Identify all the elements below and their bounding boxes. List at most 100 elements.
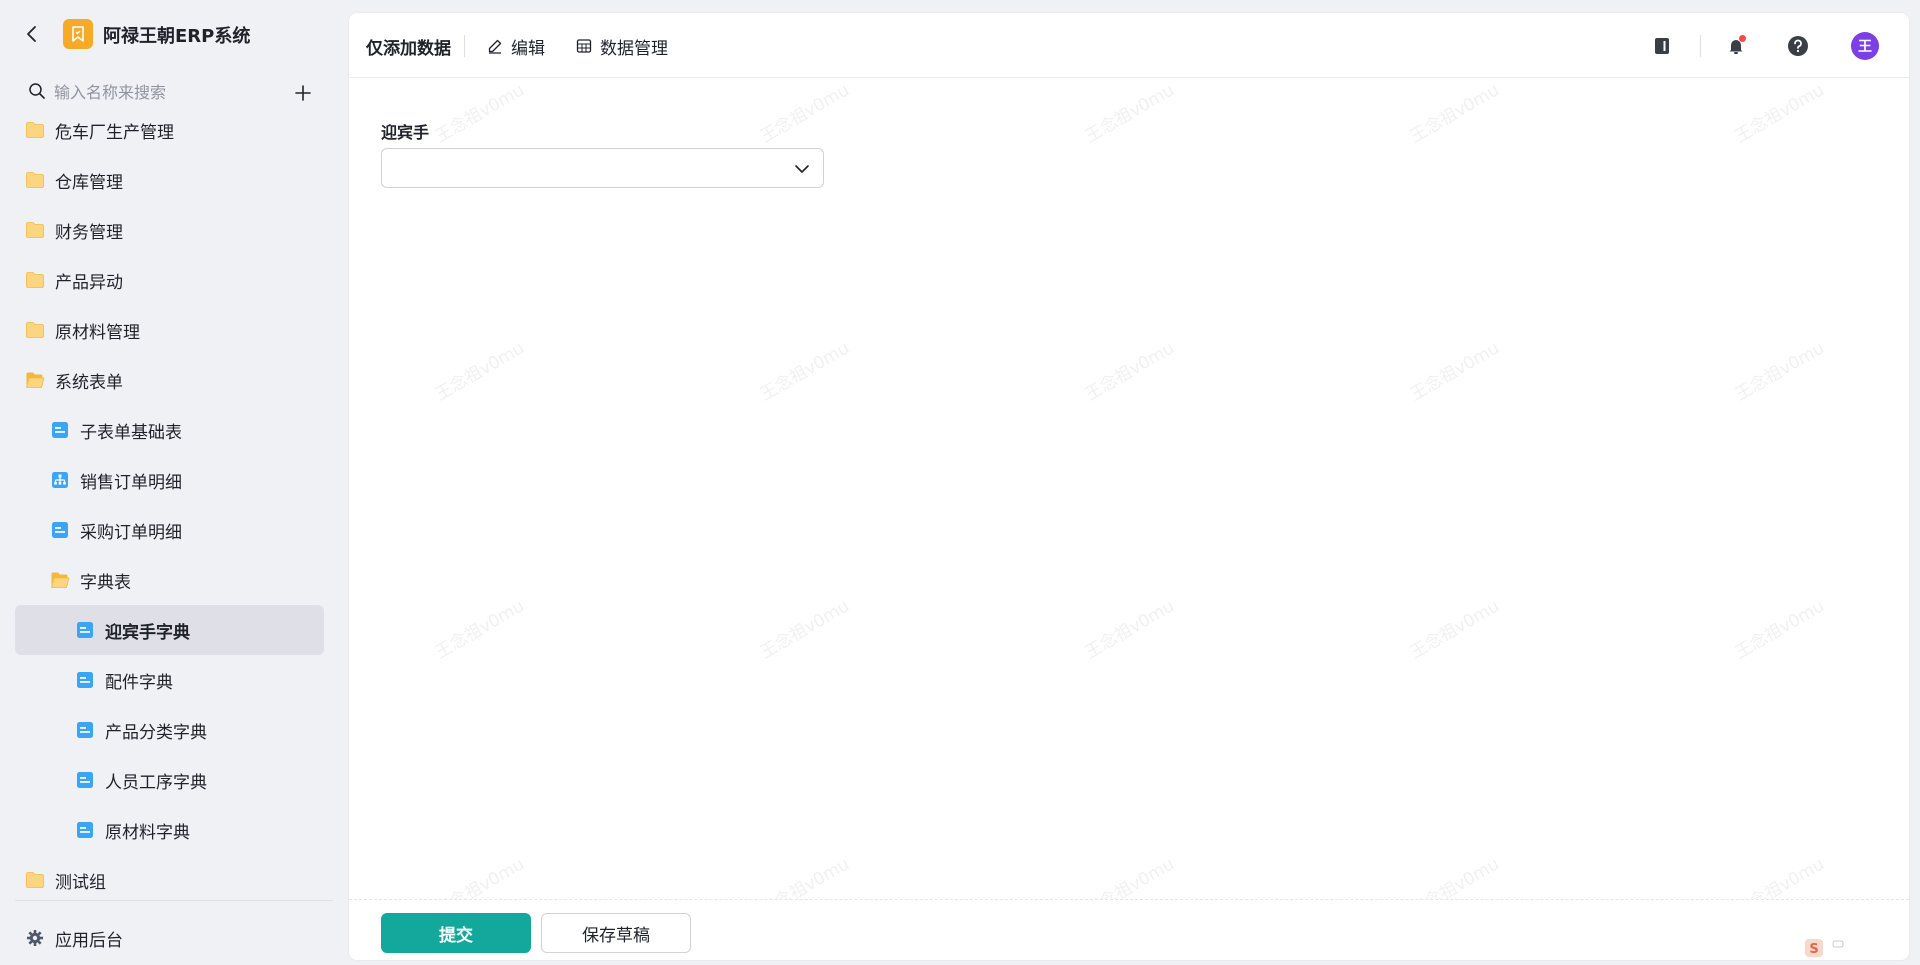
watermark-text: 王念祖v0mu xyxy=(756,596,853,664)
folder-open-icon xyxy=(50,570,70,590)
data-manage-label: 数据管理 xyxy=(600,38,668,59)
watermark-text: 王念祖v0mu xyxy=(431,80,528,148)
watermark-text: 王念祖v0mu xyxy=(1081,80,1178,148)
form-icon xyxy=(75,820,95,840)
nav-tree-list: 危车厂生产管理 仓库管理财务管理产品异动原材料管理系统表单子表单基础表销售订单明细… xyxy=(0,110,348,895)
report-icon xyxy=(50,470,70,490)
watermark-text: 王念祖v0mu xyxy=(1731,338,1828,406)
notification-button[interactable] xyxy=(1722,32,1750,60)
form-icon xyxy=(50,520,70,540)
sidebar-item[interactable]: 危车厂生产管理 xyxy=(0,110,348,155)
sidebar-item-label: 测试组 xyxy=(55,872,106,893)
folder-icon xyxy=(25,170,45,190)
svg-text:S: S xyxy=(1809,942,1818,957)
watermark-text: 王念祖v0mu xyxy=(1081,596,1178,664)
sidebar-item[interactable]: 迎宾手字典 xyxy=(15,605,324,655)
watermark-text: 王念祖v0mu xyxy=(756,80,853,148)
sidebar-item[interactable]: 财务管理 xyxy=(0,205,348,255)
edit-label: 编辑 xyxy=(511,38,545,59)
watermark-text: 王念祖v0mu xyxy=(431,596,528,664)
folder-icon xyxy=(25,870,45,890)
table-icon xyxy=(575,37,593,55)
save-draft-button[interactable]: 保存草稿 xyxy=(541,913,691,953)
search-icon xyxy=(28,82,48,102)
app-title: 阿禄王朝ERP系统 xyxy=(103,26,251,47)
search-input[interactable] xyxy=(52,79,272,105)
sidebar-item-label: 产品分类字典 xyxy=(105,722,207,743)
bookmark-icon xyxy=(72,26,84,42)
pencil-icon xyxy=(486,37,504,55)
nav-tree: 危车厂生产管理 仓库管理财务管理产品异动原材料管理系统表单子表单基础表销售订单明细… xyxy=(0,110,348,895)
sidebar-item[interactable]: 原材料字典 xyxy=(0,805,348,855)
main-panel: 仅添加数据 编辑 数据管理 王 王念祖v0mu 王念祖v0mu 王念祖v0mu 王 xyxy=(349,13,1909,960)
sidebar-item-label: 系统表单 xyxy=(55,372,123,393)
sidebar-item[interactable]: 人员工序字典 xyxy=(0,755,348,805)
manual-button[interactable] xyxy=(1648,32,1676,60)
watermark-text: 王念祖v0mu xyxy=(1731,80,1828,148)
folder-icon xyxy=(25,320,45,340)
chevron-left-icon xyxy=(27,26,36,42)
search-row xyxy=(0,76,348,108)
data-manage-button[interactable]: 数据管理 xyxy=(575,33,668,59)
watermark-text: 王念祖v0mu xyxy=(1731,596,1828,664)
field-label: 迎宾手 xyxy=(381,123,430,142)
folder-icon xyxy=(25,220,45,240)
sidebar: 阿禄王朝ERP系统 危车厂生产管理仓库管理财务管理产品异动原材料管理系统表单子表… xyxy=(0,0,348,965)
plus-icon xyxy=(295,85,311,101)
chevron-down-icon xyxy=(795,165,809,173)
corner-logo: S xyxy=(1799,931,1859,959)
watermark-text: 王念祖v0mu xyxy=(1406,596,1503,664)
form-icon xyxy=(75,770,95,790)
form-actions-bar: 提交 保存草稿 xyxy=(349,899,1909,960)
sidebar-item[interactable]: 销售订单明细 xyxy=(0,455,348,505)
watermark-text: 王念祖v0mu xyxy=(1406,338,1503,406)
folder-open-icon xyxy=(25,370,45,390)
sidebar-item[interactable]: 配件字典 xyxy=(0,655,348,705)
back-button[interactable] xyxy=(18,20,46,48)
sidebar-item-label: 人员工序字典 xyxy=(105,772,207,793)
notebook-icon xyxy=(1655,38,1669,54)
sidebar-item-label: 危车厂生产管理 xyxy=(55,122,174,143)
sidebar-item[interactable]: 测试组 xyxy=(0,855,348,895)
watermark-text: 王念祖v0mu xyxy=(756,338,853,406)
notification-dot xyxy=(1739,35,1746,42)
form-icon xyxy=(50,420,70,440)
sidebar-item-label: 仓库管理 xyxy=(55,172,123,193)
sidebar-item[interactable]: 原材料管理 xyxy=(0,305,348,355)
form-title: 仅添加数据 xyxy=(366,39,451,59)
form-content: 王念祖v0mu 王念祖v0mu 王念祖v0mu 王念祖v0mu 王念祖v0mu 王念祖v0… xyxy=(349,79,1909,921)
toolbar-divider xyxy=(464,35,465,57)
sidebar-item[interactable]: 字典表 xyxy=(0,555,348,605)
sidebar-item[interactable]: 仓库管理 xyxy=(0,155,348,205)
sidebar-item-label: 配件字典 xyxy=(105,672,173,693)
help-button[interactable] xyxy=(1784,32,1812,60)
sidebar-item[interactable]: 产品分类字典 xyxy=(0,705,348,755)
sidebar-item[interactable]: 子表单基础表 xyxy=(0,405,348,455)
folder-icon xyxy=(25,270,45,290)
sidebar-item[interactable]: 产品异动 xyxy=(0,255,348,305)
sidebar-item-label: 原材料字典 xyxy=(105,822,190,843)
sidebar-item-label: 原材料管理 xyxy=(55,322,140,343)
sidebar-item-label: 迎宾手字典 xyxy=(105,622,190,643)
help-icon xyxy=(1788,36,1808,56)
gear-icon xyxy=(25,928,45,948)
sidebar-item-label: 采购订单明细 xyxy=(80,522,182,543)
app-logo xyxy=(63,19,93,49)
edit-button[interactable]: 编辑 xyxy=(486,33,545,59)
greeter-select[interactable] xyxy=(381,148,824,188)
sidebar-item[interactable]: 采购订单明细 xyxy=(0,505,348,555)
submit-button[interactable]: 提交 xyxy=(381,913,531,953)
sidebar-item-label: 产品异动 xyxy=(55,272,123,293)
app-backend-button[interactable]: 应用后台 xyxy=(0,918,348,958)
watermark-text: 王念祖v0mu xyxy=(431,338,528,406)
sidebar-divider xyxy=(15,900,333,901)
form-icon xyxy=(75,620,95,640)
sidebar-item[interactable]: 系统表单 xyxy=(0,355,348,405)
sidebar-header: 阿禄王朝ERP系统 xyxy=(0,0,348,68)
watermark-text: 王念祖v0mu xyxy=(1081,338,1178,406)
sidebar-item-label: 字典表 xyxy=(80,572,131,593)
avatar[interactable]: 王 xyxy=(1851,32,1879,60)
sidebar-item-label: 子表单基础表 xyxy=(80,422,182,443)
app-backend-label: 应用后台 xyxy=(55,930,123,951)
add-button[interactable] xyxy=(290,80,316,106)
